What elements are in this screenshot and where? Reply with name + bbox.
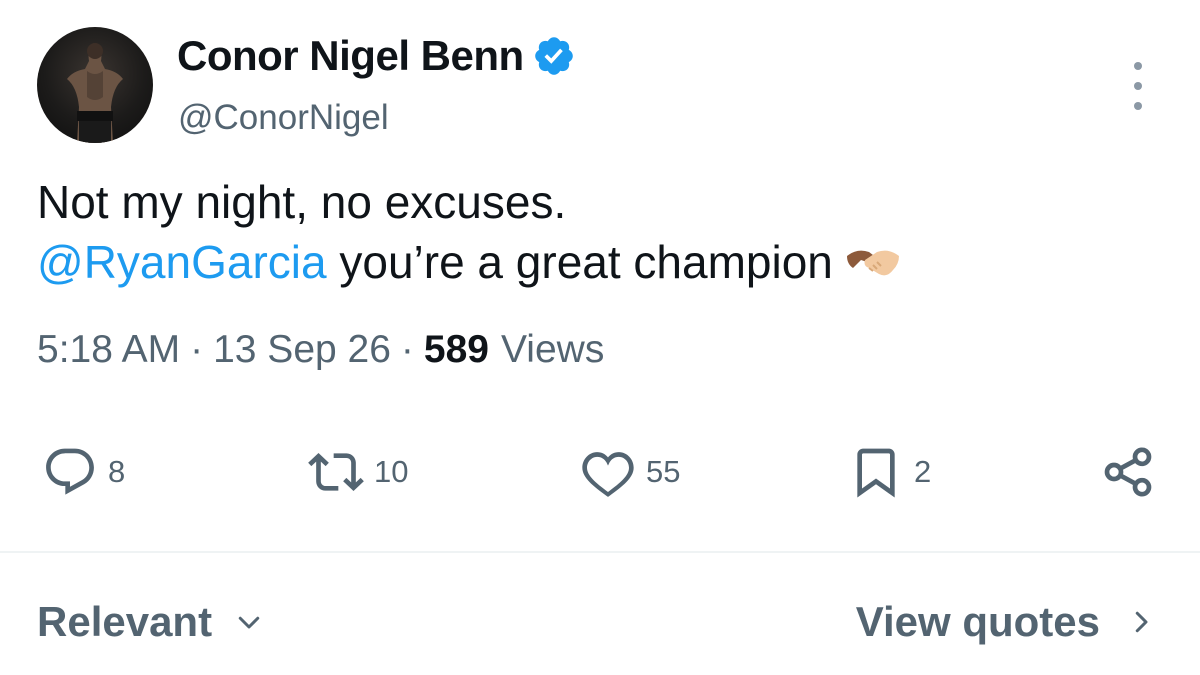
avatar-photo — [67, 43, 123, 143]
reply-count: 8 — [108, 454, 126, 489]
bookmark-icon — [857, 448, 895, 498]
tweet-meta: 5:18 AM · 13 Sep 26 · 589 Views — [37, 328, 604, 372]
view-quotes-label: View quotes — [855, 598, 1100, 645]
retweet-icon — [308, 453, 364, 491]
handshake-emoji-icon — [843, 236, 903, 280]
tweet-text: Not my night, no excuses. @RyanGarcia yo… — [37, 172, 1167, 292]
divider — [0, 551, 1200, 553]
view-quotes-link[interactable]: View quotes — [856, 598, 1156, 646]
user-handle[interactable]: @ConorNigel — [178, 98, 389, 138]
like-count: 55 — [646, 454, 681, 489]
tweet-date[interactable]: 13 Sep 26 — [213, 328, 391, 372]
chevron-down-icon — [238, 616, 260, 629]
verified-badge-icon — [532, 34, 576, 78]
reply-button[interactable]: 8 — [42, 440, 125, 504]
sort-label: Relevant — [37, 598, 213, 645]
meta-separator: · — [190, 328, 204, 371]
bookmark-count: 2 — [914, 454, 932, 489]
like-button[interactable]: 55 — [580, 440, 680, 504]
tweet-line-2: @RyanGarcia you’re a great champion — [37, 232, 1167, 292]
avatar[interactable] — [37, 27, 153, 143]
bookmark-button[interactable]: 2 — [848, 440, 931, 504]
meta-separator: · — [400, 328, 414, 371]
share-icon — [1104, 447, 1152, 497]
more-options-icon[interactable] — [1122, 62, 1154, 110]
tweet-time[interactable]: 5:18 AM — [37, 328, 180, 372]
retweet-button[interactable]: 10 — [308, 440, 408, 504]
tweet-line-1: Not my night, no excuses. — [37, 176, 567, 228]
tweet-line-2-text: you’re a great champion — [326, 236, 833, 288]
chevron-right-icon — [1135, 611, 1148, 633]
sort-replies-dropdown[interactable]: Relevant — [37, 598, 264, 646]
heart-icon — [582, 452, 634, 497]
mention-link[interactable]: @RyanGarcia — [37, 236, 327, 288]
views-count: 589 — [423, 328, 489, 371]
action-bar: 8 10 55 2 — [0, 440, 1200, 504]
display-name[interactable]: Conor Nigel Benn — [177, 32, 524, 80]
reply-icon — [46, 448, 94, 495]
views-label: Views — [501, 328, 605, 371]
retweet-count: 10 — [374, 454, 409, 489]
share-button[interactable] — [1100, 440, 1156, 504]
